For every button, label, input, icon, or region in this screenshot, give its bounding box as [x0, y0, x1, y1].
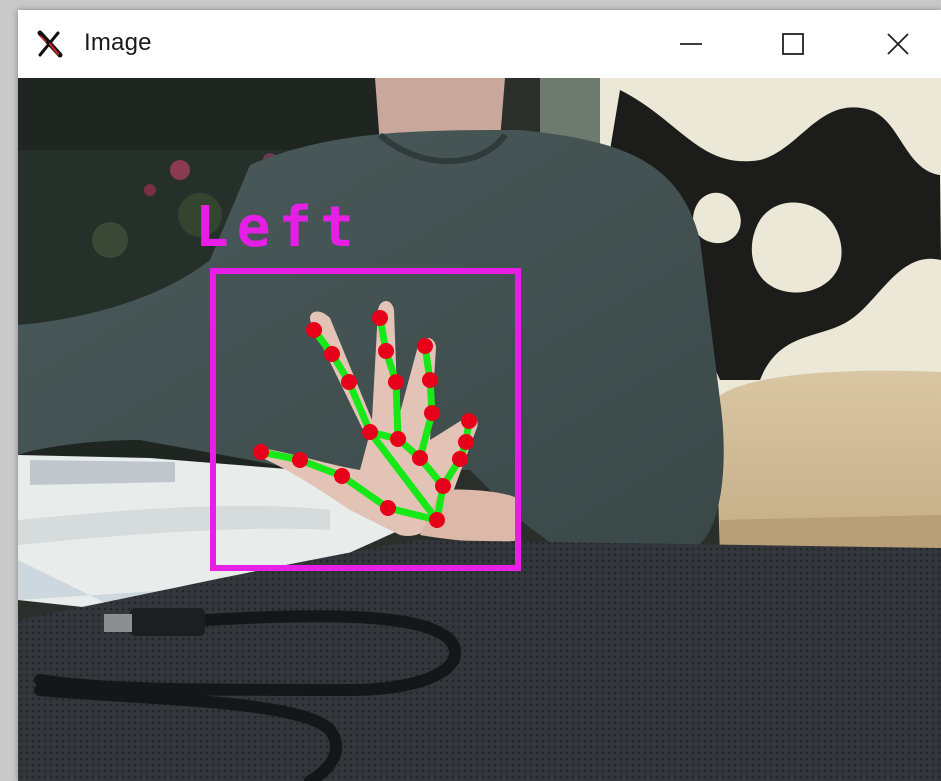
- landmark-ring-pip: [424, 405, 440, 421]
- camera-frame: Left: [18, 78, 941, 781]
- landmark-thumb-tip: [253, 444, 269, 460]
- landmark-middle-pip: [388, 374, 404, 390]
- landmark-index-dip: [324, 346, 340, 362]
- landmark-ring-tip: [417, 338, 433, 354]
- landmark-pinky-pip: [452, 451, 468, 467]
- window-title: Image: [84, 29, 152, 56]
- landmark-thumb-cmc: [380, 500, 396, 516]
- x-app-icon: [37, 30, 63, 58]
- landmark-pinky-tip: [461, 413, 477, 429]
- landmark-ring-dip: [422, 372, 438, 388]
- handedness-label: Left: [195, 195, 362, 260]
- landmark-thumb-ip: [292, 452, 308, 468]
- landmark-index-tip: [306, 322, 322, 338]
- landmark-pinky-mcp: [435, 478, 451, 494]
- minimize-button[interactable]: [646, 10, 736, 78]
- landmark-ring-mcp: [412, 450, 428, 466]
- landmark-middle-tip: [372, 310, 388, 326]
- landmark-thumb-mcp: [334, 468, 350, 484]
- maximize-icon: [782, 33, 804, 55]
- landmark-index-pip: [341, 374, 357, 390]
- landmark-middle-dip: [378, 343, 394, 359]
- minimize-icon: [680, 43, 702, 45]
- close-icon: [887, 33, 909, 55]
- opencv-window: Image Left: [18, 10, 941, 781]
- maximize-button[interactable]: [748, 10, 838, 78]
- landmark-pinky-dip: [458, 434, 474, 450]
- title-bar[interactable]: Image: [18, 10, 941, 78]
- landmark-index-mcp: [362, 424, 378, 440]
- close-button[interactable]: [853, 10, 941, 78]
- image-viewport: Left: [18, 78, 941, 781]
- landmark-wrist: [429, 512, 445, 528]
- landmark-middle-mcp: [390, 431, 406, 447]
